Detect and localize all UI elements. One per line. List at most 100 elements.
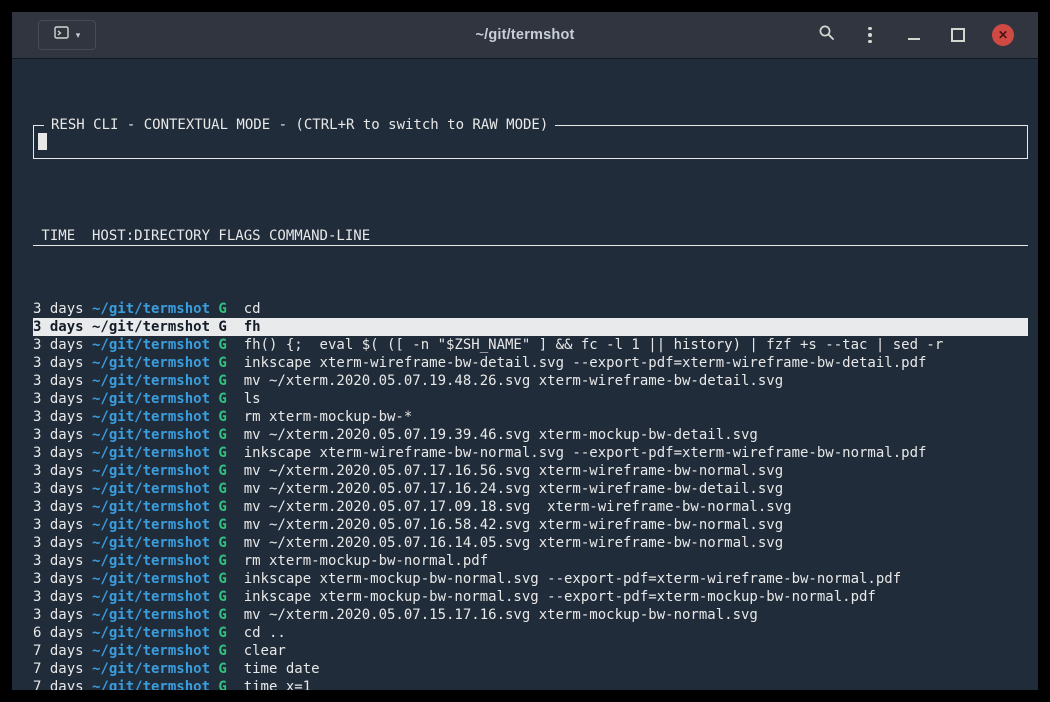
row-flag: G <box>218 534 243 552</box>
row-directory: ~/git/termshot <box>92 480 218 498</box>
row-flag: G <box>218 678 243 690</box>
row-directory: ~/git/termshot <box>92 336 218 354</box>
search-icon <box>818 24 835 46</box>
row-flag: G <box>218 372 243 390</box>
history-row[interactable]: 7 days~/git/termshotGclear <box>33 642 1028 660</box>
history-row[interactable]: 3 days~/git/termshotGls <box>33 390 1028 408</box>
menu-button[interactable] <box>860 25 880 45</box>
search-button[interactable] <box>816 25 836 45</box>
row-command: cd .. <box>244 624 1028 642</box>
row-flag: G <box>218 606 243 624</box>
history-row[interactable]: 3 days~/git/termshotGinkscape xterm-mock… <box>33 570 1028 588</box>
history-row[interactable]: 3 days~/git/termshotGinkscape xterm-mock… <box>33 588 1028 606</box>
window-title: ~/git/termshot <box>475 27 574 43</box>
row-time: 3 days <box>33 336 92 354</box>
history-row[interactable]: 7 days~/git/termshotGtime date <box>33 660 1028 678</box>
row-flag: G <box>218 570 243 588</box>
row-time: 3 days <box>33 444 92 462</box>
row-directory: ~/git/termshot <box>92 606 218 624</box>
history-row[interactable]: 3 days~/git/termshotGmv ~/xterm.2020.05.… <box>33 534 1028 552</box>
row-flag: G <box>218 588 243 606</box>
history-row[interactable]: 3 days~/git/termshotGfh <box>33 318 1028 336</box>
row-flag: G <box>218 426 243 444</box>
row-command: ls <box>244 390 1028 408</box>
row-flag: G <box>218 390 243 408</box>
row-flag: G <box>218 642 243 660</box>
row-time: 3 days <box>33 354 92 372</box>
row-flag: G <box>218 552 243 570</box>
chevron-down-icon[interactable]: ▾ <box>76 30 81 41</box>
column-header-host-directory: HOST:DIRECTORY <box>92 227 218 245</box>
close-button[interactable]: ✕ <box>992 24 1014 46</box>
row-directory: ~/git/termshot <box>92 570 218 588</box>
titlebar: ▾ ~/git/termshot ✕ <box>12 12 1038 59</box>
row-directory: ~/git/termshot <box>92 678 218 690</box>
row-command: time date <box>244 660 1028 678</box>
row-directory: ~/git/termshot <box>92 354 218 372</box>
kebab-menu-icon <box>868 27 872 44</box>
terminal-window: ▾ ~/git/termshot ✕ <box>12 12 1038 690</box>
history-row[interactable]: 7 days~/git/termshotGtime x=1 <box>33 678 1028 690</box>
row-time: 3 days <box>33 588 92 606</box>
row-directory: ~/git/termshot <box>92 660 218 678</box>
row-directory: ~/git/termshot <box>92 372 218 390</box>
history-row[interactable]: 3 days~/git/termshotGmv ~/xterm.2020.05.… <box>33 426 1028 444</box>
column-header-time: TIME <box>33 227 92 245</box>
row-command: mv ~/xterm.2020.05.07.17.09.18.svg xterm… <box>244 498 1028 516</box>
history-row[interactable]: 6 days~/git/termshotGcd .. <box>33 624 1028 642</box>
row-time: 3 days <box>33 318 92 336</box>
row-time: 6 days <box>33 624 92 642</box>
history-row[interactable]: 3 days~/git/termshotGmv ~/xterm.2020.05.… <box>33 372 1028 390</box>
row-command: fh() {; eval $( ([ -n "$ZSH_NAME" ] && f… <box>244 336 1028 354</box>
table-header: TIME HOST:DIRECTORY FLAGS COMMAND-LINE <box>33 227 1028 246</box>
row-flag: G <box>218 318 243 336</box>
new-tab-button[interactable]: ▾ <box>38 20 96 50</box>
history-row[interactable]: 3 days~/git/termshotGrm xterm-mockup-bw-… <box>33 552 1028 570</box>
history-row[interactable]: 3 days~/git/termshotGmv ~/xterm.2020.05.… <box>33 462 1028 480</box>
row-flag: G <box>218 300 243 318</box>
row-directory: ~/git/termshot <box>92 462 218 480</box>
history-row[interactable]: 3 days~/git/termshotGinkscape xterm-wire… <box>33 444 1028 462</box>
text-cursor <box>38 133 47 150</box>
mode-header: RESH CLI - CONTEXTUAL MODE - (CTRL+R to … <box>44 116 555 134</box>
history-row[interactable]: 3 days~/git/termshotGrm xterm-mockup-bw-… <box>33 408 1028 426</box>
row-command: mv ~/xterm.2020.05.07.19.39.46.svg xterm… <box>244 426 1028 444</box>
row-command: inkscape xterm-wireframe-bw-detail.svg -… <box>244 354 1028 372</box>
row-command: mv ~/xterm.2020.05.07.19.48.26.svg xterm… <box>244 372 1028 390</box>
row-flag: G <box>218 462 243 480</box>
row-command: inkscape xterm-wireframe-bw-normal.svg -… <box>244 444 1028 462</box>
history-row[interactable]: 3 days~/git/termshotGmv ~/xterm.2020.05.… <box>33 606 1028 624</box>
history-row[interactable]: 3 days~/git/termshotGcd <box>33 300 1028 318</box>
row-directory: ~/git/termshot <box>92 534 218 552</box>
row-directory: ~/git/termshot <box>92 642 218 660</box>
history-row[interactable]: 3 days~/git/termshotGfh() {; eval $( ([ … <box>33 336 1028 354</box>
row-time: 3 days <box>33 408 92 426</box>
row-flag: G <box>218 336 243 354</box>
search-input[interactable]: RESH CLI - CONTEXTUAL MODE - (CTRL+R to … <box>33 125 1028 159</box>
row-directory: ~/git/termshot <box>92 516 218 534</box>
minimize-button[interactable] <box>904 25 924 45</box>
row-directory: ~/git/termshot <box>92 318 218 336</box>
terminal-content: RESH CLI - CONTEXTUAL MODE - (CTRL+R to … <box>12 59 1038 690</box>
restore-button[interactable] <box>948 25 968 45</box>
row-time: 3 days <box>33 426 92 444</box>
row-directory: ~/git/termshot <box>92 498 218 516</box>
history-row[interactable]: 3 days~/git/termshotGinkscape xterm-wire… <box>33 354 1028 372</box>
row-flag: G <box>218 498 243 516</box>
history-row[interactable]: 3 days~/git/termshotGmv ~/xterm.2020.05.… <box>33 480 1028 498</box>
history-row[interactable]: 3 days~/git/termshotGmv ~/xterm.2020.05.… <box>33 498 1028 516</box>
history-row[interactable]: 3 days~/git/termshotGmv ~/xterm.2020.05.… <box>33 516 1028 534</box>
minimize-icon <box>908 38 920 40</box>
row-command: inkscape xterm-mockup-bw-normal.svg --ex… <box>244 570 1028 588</box>
row-time: 3 days <box>33 480 92 498</box>
row-flag: G <box>218 660 243 678</box>
row-command: fh <box>244 318 1028 336</box>
row-directory: ~/git/termshot <box>92 390 218 408</box>
row-time: 3 days <box>33 570 92 588</box>
row-command: rm xterm-mockup-bw-normal.pdf <box>244 552 1028 570</box>
row-flag: G <box>218 444 243 462</box>
row-command: mv ~/xterm.2020.05.07.15.17.16.svg xterm… <box>244 606 1028 624</box>
row-flag: G <box>218 516 243 534</box>
row-flag: G <box>218 624 243 642</box>
row-time: 3 days <box>33 390 92 408</box>
